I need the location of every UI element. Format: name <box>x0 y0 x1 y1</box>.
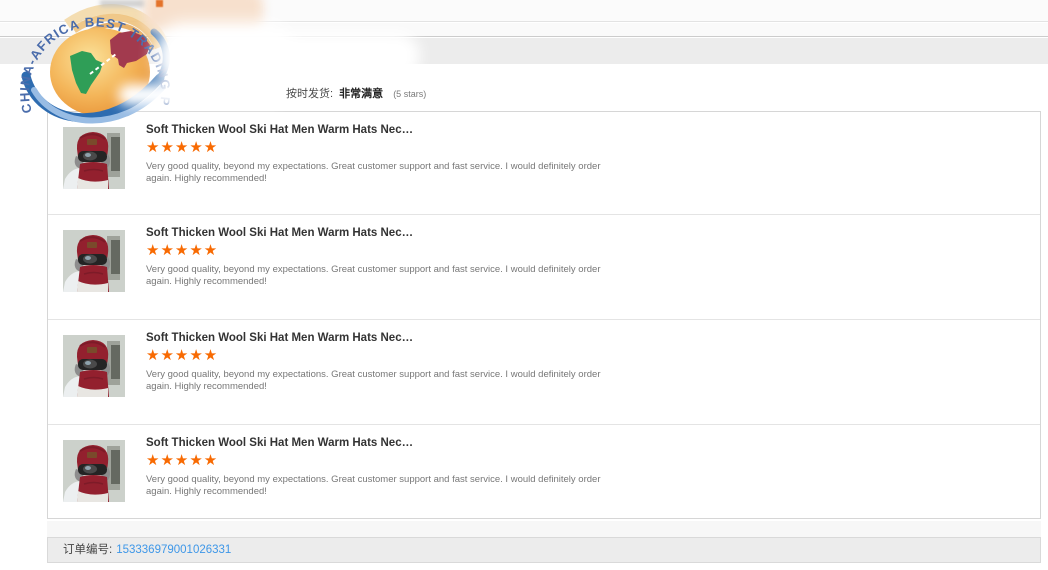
star-rating-icon: ★★★★★ <box>146 347 616 364</box>
product-photo-icon <box>63 440 125 502</box>
shipping-rating-value: 非常满意 <box>339 88 383 100</box>
product-title[interactable]: Soft Thicken Wool Ski Hat Men Warm Hats … <box>146 332 616 344</box>
product-photo-icon <box>63 335 125 397</box>
order-number-label: 订单编号: <box>63 544 112 556</box>
shipping-rating-line: 按时发货: 非常满意 (5 stars) <box>286 85 426 101</box>
review-item: Soft Thicken Wool Ski Hat Men Warm Hats … <box>48 214 1040 319</box>
shipping-rating-note: (5 stars) <box>393 89 426 99</box>
order-number-link[interactable]: 153336979001026331 <box>116 544 231 556</box>
footer-spacer-band <box>47 521 1041 537</box>
star-rating-icon: ★★★★★ <box>146 242 616 259</box>
star-rating-icon: ★★★★★ <box>146 452 616 469</box>
review-text: Very good quality, beyond my expectation… <box>146 161 601 184</box>
china-africa-globe-icon: CHINA-AFRICA BEST TRADING PLATFORM <box>12 0 172 147</box>
product-thumbnail[interactable] <box>63 335 125 397</box>
review-text: Very good quality, beyond my expectation… <box>146 369 601 392</box>
product-title[interactable]: Soft Thicken Wool Ski Hat Men Warm Hats … <box>146 124 616 136</box>
shipping-rating-label: 按时发货: <box>286 88 333 100</box>
review-item: Soft Thicken Wool Ski Hat Men Warm Hats … <box>48 112 1040 214</box>
product-title[interactable]: Soft Thicken Wool Ski Hat Men Warm Hats … <box>146 227 616 239</box>
brand-logo: CHINA-AFRICA BEST TRADING PLATFORM <box>12 0 172 147</box>
product-thumbnail[interactable] <box>63 230 125 292</box>
review-item: Soft Thicken Wool Ski Hat Men Warm Hats … <box>48 424 1040 518</box>
review-text: Very good quality, beyond my expectation… <box>146 474 601 497</box>
order-number-bar: 订单编号: 153336979001026331 <box>47 537 1041 563</box>
review-text: Very good quality, beyond my expectation… <box>146 264 601 287</box>
review-item: Soft Thicken Wool Ski Hat Men Warm Hats … <box>48 319 1040 424</box>
review-list-card: Soft Thicken Wool Ski Hat Men Warm Hats … <box>47 111 1041 519</box>
product-title[interactable]: Soft Thicken Wool Ski Hat Men Warm Hats … <box>146 437 616 449</box>
star-rating-icon: ★★★★★ <box>146 139 616 156</box>
product-thumbnail[interactable] <box>63 440 125 502</box>
product-photo-icon <box>63 230 125 292</box>
